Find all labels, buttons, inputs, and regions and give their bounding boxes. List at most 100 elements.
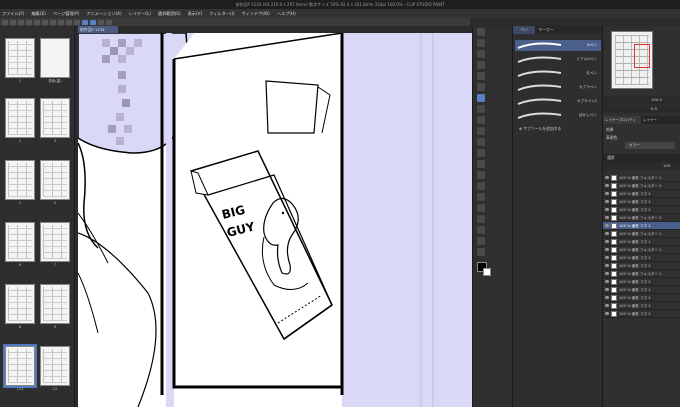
snap-ruler-icon[interactable] <box>82 19 88 25</box>
save-icon[interactable] <box>18 19 24 25</box>
eye-icon[interactable] <box>605 192 609 195</box>
eye-icon[interactable] <box>605 224 609 227</box>
eye-icon[interactable] <box>605 288 609 291</box>
layer-row[interactable]: 100 % 通常 コマ 1 <box>603 238 680 246</box>
page-thumbnail[interactable] <box>5 98 35 138</box>
page-thumbnail[interactable] <box>40 346 70 386</box>
correct-line-icon[interactable] <box>477 248 485 256</box>
hand-icon[interactable] <box>477 39 485 47</box>
gradient-icon[interactable] <box>477 182 485 190</box>
brush-icon[interactable] <box>477 116 485 124</box>
eye-icon[interactable] <box>605 272 609 275</box>
layer-row[interactable]: 100 % 通常 コマ 1 <box>603 286 680 294</box>
fill-icon[interactable] <box>74 19 80 25</box>
eye-icon[interactable] <box>605 248 609 251</box>
undo-icon[interactable] <box>26 19 32 25</box>
brush-item[interactable]: カブラペン <box>515 82 601 93</box>
sub-color-swatch[interactable] <box>483 268 491 276</box>
opacity-field[interactable]: 100 <box>603 162 680 170</box>
menu-page[interactable]: ページ管理(P) <box>53 11 80 17</box>
tab-layer-search[interactable]: レイヤー <box>641 116 679 124</box>
layer-row[interactable]: 100 % 通常 フォルダー 1 <box>603 174 680 182</box>
snap-special-ruler-icon[interactable] <box>90 19 96 25</box>
page-thumbnail[interactable] <box>40 222 70 262</box>
eye-icon[interactable] <box>605 280 609 283</box>
page-thumbnail[interactable] <box>5 284 35 324</box>
menu-edit[interactable]: 編集(E) <box>31 11 45 17</box>
layer-row[interactable]: 100 % 通常 フォルダー 1 <box>603 230 680 238</box>
invert-selection-icon[interactable] <box>66 19 72 25</box>
page-thumbnail[interactable] <box>40 98 70 138</box>
figure-icon[interactable] <box>477 193 485 201</box>
menu-view[interactable]: 表示(V) <box>188 11 203 17</box>
layer-row[interactable]: 100 % 通常 コマ 3 <box>603 302 680 310</box>
blend-icon[interactable] <box>477 160 485 168</box>
eraser-icon[interactable] <box>477 149 485 157</box>
navigator-zoom[interactable]: 100.0 <box>603 96 680 104</box>
layer-row[interactable]: 100 % 通常 コマ 2 <box>603 262 680 270</box>
balloon-icon[interactable] <box>477 237 485 245</box>
redo-icon[interactable] <box>34 19 40 25</box>
navigator-preview[interactable] <box>611 31 653 89</box>
add-sub-tool-button[interactable]: ⊕ サブツールを追加する <box>519 126 561 132</box>
eye-icon[interactable] <box>605 304 609 307</box>
fill-bucket-icon[interactable] <box>477 171 485 179</box>
menu-animation[interactable]: アニメーション(A) <box>86 11 121 17</box>
page-thumbnail[interactable] <box>40 160 70 200</box>
ruler-icon[interactable] <box>477 215 485 223</box>
pencil-icon[interactable] <box>477 105 485 113</box>
auto-select-icon[interactable] <box>477 83 485 91</box>
layer-row[interactable]: 100 % 通常 コマ 2 <box>603 206 680 214</box>
page-thumbnail[interactable] <box>40 284 70 324</box>
eye-icon[interactable] <box>605 240 609 243</box>
document-tab[interactable]: 前作品P 1234 <box>78 26 118 33</box>
airbrush-icon[interactable] <box>477 127 485 135</box>
new-file-icon[interactable] <box>2 19 8 25</box>
eye-icon[interactable] <box>605 232 609 235</box>
layer-row[interactable]: 100 % 通常 コマ 4 <box>603 294 680 302</box>
move-layer-icon[interactable] <box>477 61 485 69</box>
layer-row[interactable]: 100 % 通常 コマ 3 <box>603 254 680 262</box>
eye-icon[interactable] <box>605 312 609 315</box>
eye-icon[interactable] <box>605 296 609 299</box>
transform-icon[interactable] <box>50 19 56 25</box>
snap-grid-icon[interactable] <box>98 19 104 25</box>
deselect-icon[interactable] <box>58 19 64 25</box>
settings-icon[interactable] <box>106 19 112 25</box>
pen-icon[interactable] <box>477 94 485 102</box>
brush-item[interactable]: カブラペン2 <box>515 96 601 107</box>
layer-row[interactable]: 100 % 通常 フォルダー 1 <box>603 270 680 278</box>
menu-file[interactable]: ファイル(F) <box>2 11 24 17</box>
selection-icon[interactable] <box>477 72 485 80</box>
expression-color-select[interactable]: カラー <box>625 142 675 149</box>
zoom-icon[interactable] <box>477 28 485 36</box>
brush-item[interactable]: リアルGペン <box>515 54 601 65</box>
decoration-icon[interactable] <box>477 138 485 146</box>
eye-icon[interactable] <box>605 176 609 179</box>
layer-row[interactable]: 100 % 通常 フォルダー 1 <box>603 246 680 254</box>
eye-icon[interactable] <box>605 264 609 267</box>
menu-selection[interactable]: 選択範囲(S) <box>158 11 181 17</box>
clear-icon[interactable] <box>42 19 48 25</box>
frame-border-icon[interactable] <box>477 204 485 212</box>
layer-row[interactable]: 100 % 通常 フォルダー 2 <box>603 214 680 222</box>
layer-row[interactable]: 100 % 通常 コマ 2 <box>603 310 680 318</box>
open-icon[interactable] <box>10 19 16 25</box>
eye-icon[interactable] <box>605 208 609 211</box>
menu-layer[interactable]: レイヤー(L) <box>129 11 151 17</box>
menu-help[interactable]: ヘルプ(H) <box>277 11 296 17</box>
layer-row[interactable]: 100 % 通常 コマ 4 <box>603 190 680 198</box>
layer-row[interactable]: 100 % 通常 コマ 3 <box>603 198 680 206</box>
tab-layer-property[interactable]: レイヤープロパティ <box>603 116 641 124</box>
page-thumbnail[interactable] <box>5 160 35 200</box>
eye-icon[interactable] <box>605 200 609 203</box>
menu-filter[interactable]: フィルター(I) <box>209 11 234 17</box>
eye-icon[interactable] <box>605 256 609 259</box>
layer-row-selected[interactable]: 100 % 通常 コマ 1 <box>603 222 680 230</box>
tab-marker[interactable]: マーカー <box>535 26 557 34</box>
page-thumbnail-selected[interactable] <box>5 346 35 386</box>
brush-item[interactable]: ぼかしペン <box>515 110 601 121</box>
page-thumbnail[interactable] <box>5 38 35 78</box>
tab-pen[interactable]: ペン <box>513 26 535 34</box>
text-icon[interactable] <box>477 226 485 234</box>
